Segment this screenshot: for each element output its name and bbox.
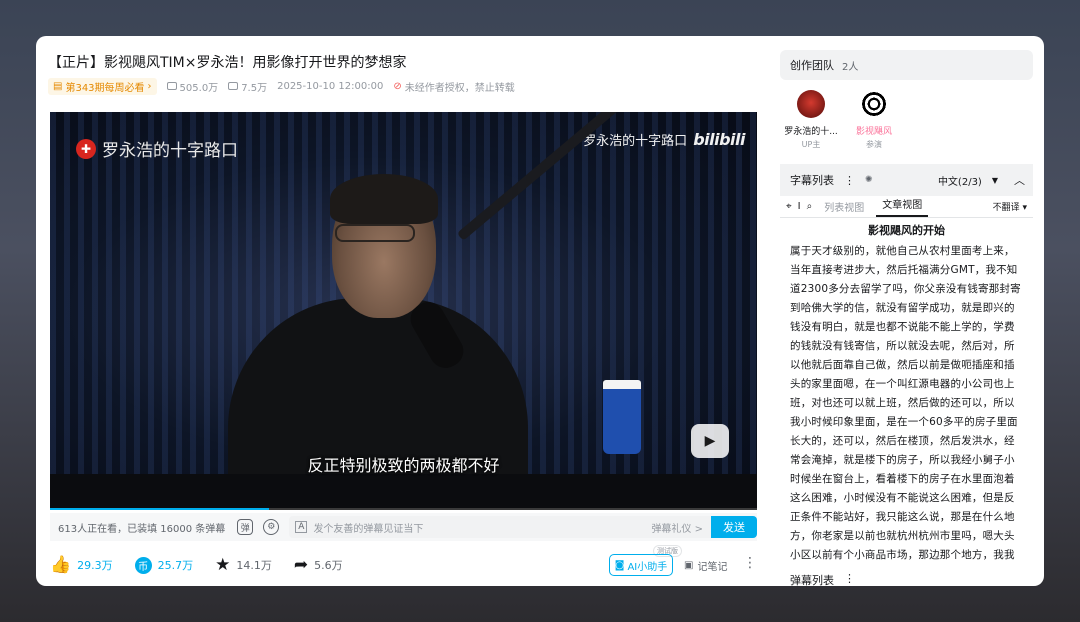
coffee-cup xyxy=(603,380,641,454)
team-count: 2人 xyxy=(842,61,859,73)
video-meta: ▤ 第343期每周必看 › 505.0万 7.5万 2025-10-10 12:… xyxy=(48,77,515,95)
favorite-button[interactable]: ★ 14.1万 xyxy=(215,554,272,575)
like-count: 29.3万 xyxy=(77,559,113,572)
danmaku-count: 7.5万 xyxy=(241,82,268,94)
video-page-window: 【正片】影视飓风TIM×罗永浩！用影像打开世界的梦想家 ▤ 第343期每周必看 … xyxy=(36,36,1044,586)
ai-assistant-button[interactable]: ◙ AI小助手 xyxy=(609,554,673,576)
danmaku-settings-icon[interactable]: ⚙ xyxy=(263,519,280,535)
progress-fill xyxy=(50,508,270,510)
avatar[interactable] xyxy=(797,90,825,118)
note-label: 记笔记 xyxy=(697,562,728,573)
share-arrow-icon: ➦ xyxy=(293,554,309,575)
danmaku-style-icon[interactable]: A xyxy=(295,521,308,533)
overlay-logo-text: 罗永浩的十字路口 xyxy=(102,141,238,161)
member-role: 参演 xyxy=(866,140,882,149)
coin-icon: 币 xyxy=(134,556,152,574)
weekly-icon: ▤ xyxy=(53,80,63,92)
weekly-badge[interactable]: ▤ 第343期每周必看 › xyxy=(48,77,157,95)
danmaku-placeholder: 发个友善的弹幕见证当下 xyxy=(313,523,424,535)
bilibili-logo: bilibili xyxy=(693,130,745,149)
member-role: UP主 xyxy=(801,140,821,149)
progress-bar[interactable] xyxy=(50,508,757,510)
favorite-count: 14.1万 xyxy=(236,559,272,572)
speaker-hair xyxy=(330,174,438,224)
more-icon[interactable]: ⋮ xyxy=(743,555,757,571)
weekly-badge-label: 第343期每周必看 xyxy=(65,82,145,94)
avatar[interactable] xyxy=(860,90,888,118)
danmaku-stat: 7.5万 xyxy=(228,79,267,94)
coin-count: 25.7万 xyxy=(157,559,194,572)
video-player[interactable]: ✚ 罗永浩的十字路口 罗永浩的十字路口 bilibili ▶ 反正特别极致的两极… xyxy=(50,112,757,510)
send-button[interactable]: 发送 xyxy=(711,516,757,538)
danmaku-etiquette-link[interactable]: 弹幕礼仪 > xyxy=(651,520,703,535)
views-stat: 505.0万 xyxy=(166,79,219,94)
team-header: 创作团队 2人 xyxy=(780,50,1033,80)
team-member[interactable]: 罗永浩的十... UP主 xyxy=(776,90,846,150)
publish-time: 2025-10-10 12:00:00 xyxy=(277,80,384,92)
video-title: 【正片】影视飓风TIM×罗永浩！用影像打开世界的梦想家 xyxy=(48,55,407,71)
danmaku-list-header[interactable]: 弹幕列表 ⋮ xyxy=(780,572,1033,586)
coin-button[interactable]: 币 25.7万 xyxy=(134,556,194,574)
team-member[interactable]: 影视飓风 参演 xyxy=(839,90,909,150)
like-button[interactable]: 👍 29.3万 xyxy=(50,554,113,575)
note-icon: ▣ xyxy=(684,560,694,571)
star-icon: ★ xyxy=(215,554,231,575)
share-button[interactable]: ➦ 5.6万 xyxy=(293,554,343,575)
forbidden-icon: ⊘ xyxy=(393,80,402,92)
speaker-glasses xyxy=(335,224,415,242)
online-count: 613人正在看，已装填 16000 条弹幕 xyxy=(58,523,226,535)
video-subtitle: 反正特别极致的两极都不好 xyxy=(307,456,500,475)
chevron-right-icon: › xyxy=(147,80,152,92)
robot-icon: ◙ xyxy=(614,559,625,571)
overlay-channel: 罗永浩的十字路口 bilibili xyxy=(583,130,745,149)
more-vertical-icon[interactable]: ⋮ xyxy=(844,572,855,586)
thumbs-up-icon: 👍 xyxy=(50,554,72,575)
danmaku-toggle-icon[interactable]: 弹 xyxy=(237,519,254,535)
logo-cross-icon: ✚ xyxy=(76,138,96,159)
ai-assistant-label: AI小助手 xyxy=(627,561,668,573)
desk xyxy=(50,474,757,510)
panel-highlight-frame xyxy=(773,156,1039,574)
danmaku-input[interactable]: A 发个友善的弹幕见证当下 弹幕礼仪 > xyxy=(289,516,711,538)
copyright-text: 未经作者授权，禁止转载 xyxy=(404,82,515,94)
play-count-icon xyxy=(166,82,177,90)
danmaku-list-title: 弹幕列表 xyxy=(790,574,834,586)
overlay-logo: ✚ 罗永浩的十字路口 xyxy=(76,136,238,161)
overlay-channel-text: 罗永浩的十字路口 xyxy=(583,134,688,149)
share-count: 5.6万 xyxy=(314,559,343,572)
danmaku-count-icon xyxy=(228,82,239,90)
team-title: 创作团队 xyxy=(790,59,834,72)
member-name[interactable]: 罗永浩的十... xyxy=(776,124,846,137)
member-name[interactable]: 影视飓风 xyxy=(839,124,909,137)
note-button[interactable]: ▣ 记笔记 xyxy=(684,558,727,573)
copyright-notice: ⊘ 未经作者授权，禁止转载 xyxy=(393,79,514,94)
views-count: 505.0万 xyxy=(179,82,219,94)
danmaku-bar: 613人正在看，已装填 16000 条弹幕 弹 ⚙ A 发个友善的弹幕见证当下 … xyxy=(50,513,757,541)
